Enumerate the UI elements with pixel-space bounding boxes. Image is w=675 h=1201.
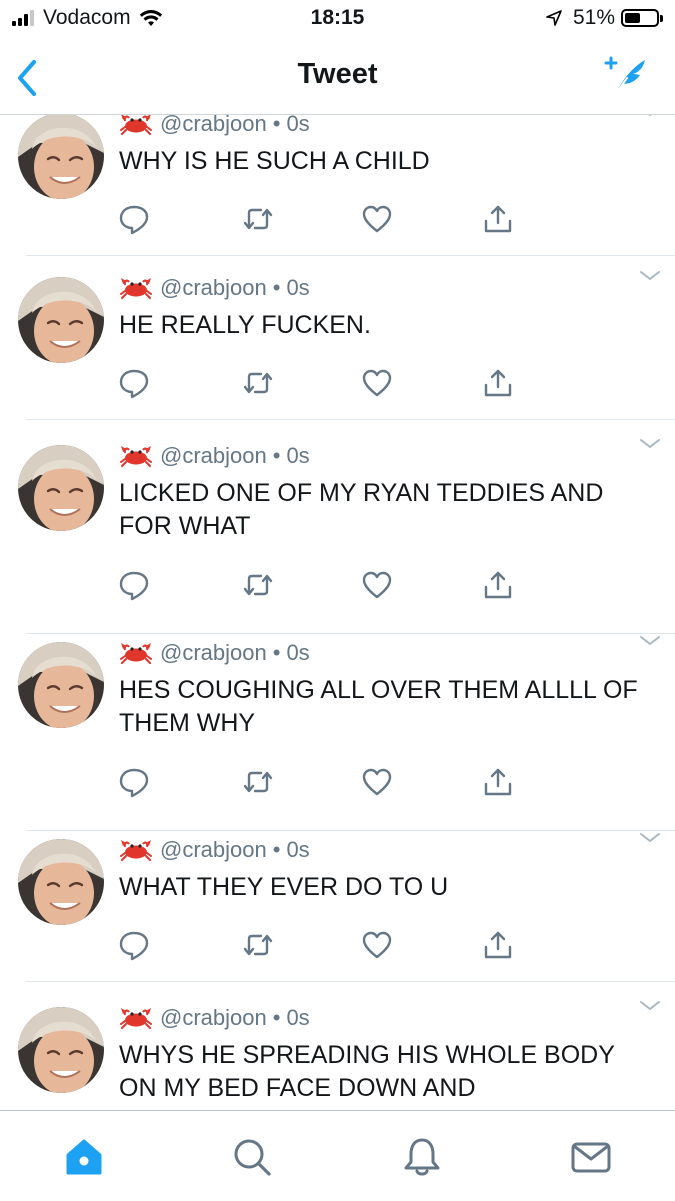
crab-emoji-icon xyxy=(120,643,152,664)
tweet-actions xyxy=(118,929,518,961)
tweet-actions xyxy=(118,203,518,235)
nav-bar: Tweet xyxy=(0,38,675,115)
tweet-handle[interactable]: @crabjoon xyxy=(160,640,267,666)
tweet-handle[interactable]: @crabjoon xyxy=(160,443,267,469)
retweet-icon[interactable] xyxy=(242,929,274,961)
search-icon[interactable] xyxy=(230,1135,274,1179)
share-icon[interactable] xyxy=(482,367,514,399)
battery-fill xyxy=(625,13,641,23)
crab-emoji-icon xyxy=(120,278,152,299)
avatar[interactable] xyxy=(18,277,104,363)
chevron-down-icon[interactable] xyxy=(639,115,661,118)
tweet-timestamp: 0s xyxy=(286,443,310,468)
separator-dot: • xyxy=(272,837,281,862)
tweet-timestamp: 0s xyxy=(286,115,310,136)
tweet-text: WHAT THEY EVER DO TO U xyxy=(119,873,449,901)
tweet-text: WHYS HE SPREADING HIS WHOLE BODY ON MY B… xyxy=(119,1041,615,1102)
share-icon[interactable] xyxy=(482,929,514,961)
compose-feather-icon[interactable] xyxy=(603,54,649,96)
location-arrow-icon xyxy=(546,10,562,26)
tweet-feed[interactable]: @crabjoon • 0s WHY IS HE SUCH A CHILD @crab… xyxy=(0,115,675,1110)
avatar[interactable] xyxy=(18,445,104,531)
separator-dot: • xyxy=(272,115,281,136)
crab-emoji-icon xyxy=(120,446,152,467)
battery-cap xyxy=(660,14,663,22)
tweet-handle[interactable]: @crabjoon xyxy=(160,115,267,137)
tweet-header: @crabjoon • 0s xyxy=(120,275,310,301)
tab-bar xyxy=(0,1110,675,1201)
separator-dot: • xyxy=(272,443,281,468)
tweet-timestamp: 0s xyxy=(286,1005,310,1030)
tweet-text: HES COUGHING ALL OVER THEM ALLLL OF THEM… xyxy=(119,676,638,737)
like-heart-icon[interactable] xyxy=(361,203,393,235)
chevron-down-icon[interactable] xyxy=(639,832,661,844)
tweet[interactable]: @crabjoon • 0s WHYS HE SPREADING HIS WHOLE … xyxy=(0,997,675,1110)
crab-emoji-icon xyxy=(120,115,152,135)
tweet-timestamp: 0s xyxy=(286,640,310,665)
separator-dot: • xyxy=(272,275,281,300)
tweet-actions xyxy=(118,367,518,399)
retweet-icon[interactable] xyxy=(242,569,274,601)
tweet-timestamp: 0s xyxy=(286,275,310,300)
share-icon[interactable] xyxy=(482,203,514,235)
tweet-divider xyxy=(26,255,675,256)
reply-icon[interactable] xyxy=(118,203,150,235)
tweet-header: @crabjoon • 0s xyxy=(120,640,310,666)
tweet-text: HE REALLY FUCKEN. xyxy=(119,311,371,339)
tweet[interactable]: @crabjoon • 0s HES COUGHING ALL OVER THEM A… xyxy=(0,632,675,831)
tweet-handle[interactable]: @crabjoon xyxy=(160,837,267,863)
reply-icon[interactable] xyxy=(118,929,150,961)
crab-emoji-icon xyxy=(120,840,152,861)
battery-icon xyxy=(621,9,659,27)
separator-dot: • xyxy=(272,1005,281,1030)
status-right: 51% xyxy=(545,6,663,30)
avatar[interactable] xyxy=(18,839,104,925)
avatar[interactable] xyxy=(18,642,104,728)
tweet-actions xyxy=(118,766,518,798)
tweet-header: @crabjoon • 0s xyxy=(120,443,310,469)
tweet-text: WHY IS HE SUCH A CHILD xyxy=(119,147,430,175)
retweet-icon[interactable] xyxy=(242,203,274,235)
tweet[interactable]: @crabjoon • 0s HE REALLY FUCKEN. xyxy=(0,267,675,420)
avatar[interactable] xyxy=(18,1007,104,1093)
messages-envelope-icon[interactable] xyxy=(569,1135,613,1179)
reply-icon[interactable] xyxy=(118,367,150,399)
chevron-down-icon[interactable] xyxy=(639,270,661,282)
tweet[interactable]: @crabjoon • 0s LICKED ONE OF MY RYAN TEDDIE… xyxy=(0,435,675,634)
like-heart-icon[interactable] xyxy=(361,766,393,798)
like-heart-icon[interactable] xyxy=(361,929,393,961)
home-icon[interactable] xyxy=(62,1135,106,1179)
chevron-down-icon[interactable] xyxy=(639,1000,661,1012)
status-bar: Vodacom 18:15 51% xyxy=(0,0,675,38)
reply-icon[interactable] xyxy=(118,766,150,798)
tweet-actions xyxy=(118,569,518,601)
notifications-bell-icon[interactable] xyxy=(400,1135,444,1179)
tweet-handle[interactable]: @crabjoon xyxy=(160,1005,267,1031)
tweet[interactable]: @crabjoon • 0s WHY IS HE SUCH A CHILD xyxy=(0,115,675,256)
page-title: Tweet xyxy=(297,58,378,90)
chevron-down-icon[interactable] xyxy=(639,438,661,450)
tweet-text: LICKED ONE OF MY RYAN TEDDIES AND FOR WH… xyxy=(119,479,604,540)
tweet[interactable]: @crabjoon • 0s WHAT THEY EVER DO TO U xyxy=(0,829,675,982)
tweet-timestamp: 0s xyxy=(286,837,310,862)
retweet-icon[interactable] xyxy=(242,367,274,399)
tweet-handle[interactable]: @crabjoon xyxy=(160,275,267,301)
retweet-icon[interactable] xyxy=(242,766,274,798)
tweet-header: @crabjoon • 0s xyxy=(120,837,310,863)
tweet-divider xyxy=(26,419,675,420)
share-icon[interactable] xyxy=(482,766,514,798)
separator-dot: • xyxy=(272,640,281,665)
reply-icon[interactable] xyxy=(118,569,150,601)
like-heart-icon[interactable] xyxy=(361,569,393,601)
share-icon[interactable] xyxy=(482,569,514,601)
tweet-header: @crabjoon • 0s xyxy=(120,115,310,137)
chevron-down-icon[interactable] xyxy=(639,635,661,647)
tweet-header: @crabjoon • 0s xyxy=(120,1005,310,1031)
like-heart-icon[interactable] xyxy=(361,367,393,399)
crab-emoji-icon xyxy=(120,1008,152,1029)
avatar[interactable] xyxy=(18,115,104,199)
tweet-divider xyxy=(26,981,675,982)
battery-percent: 51% xyxy=(572,6,615,29)
